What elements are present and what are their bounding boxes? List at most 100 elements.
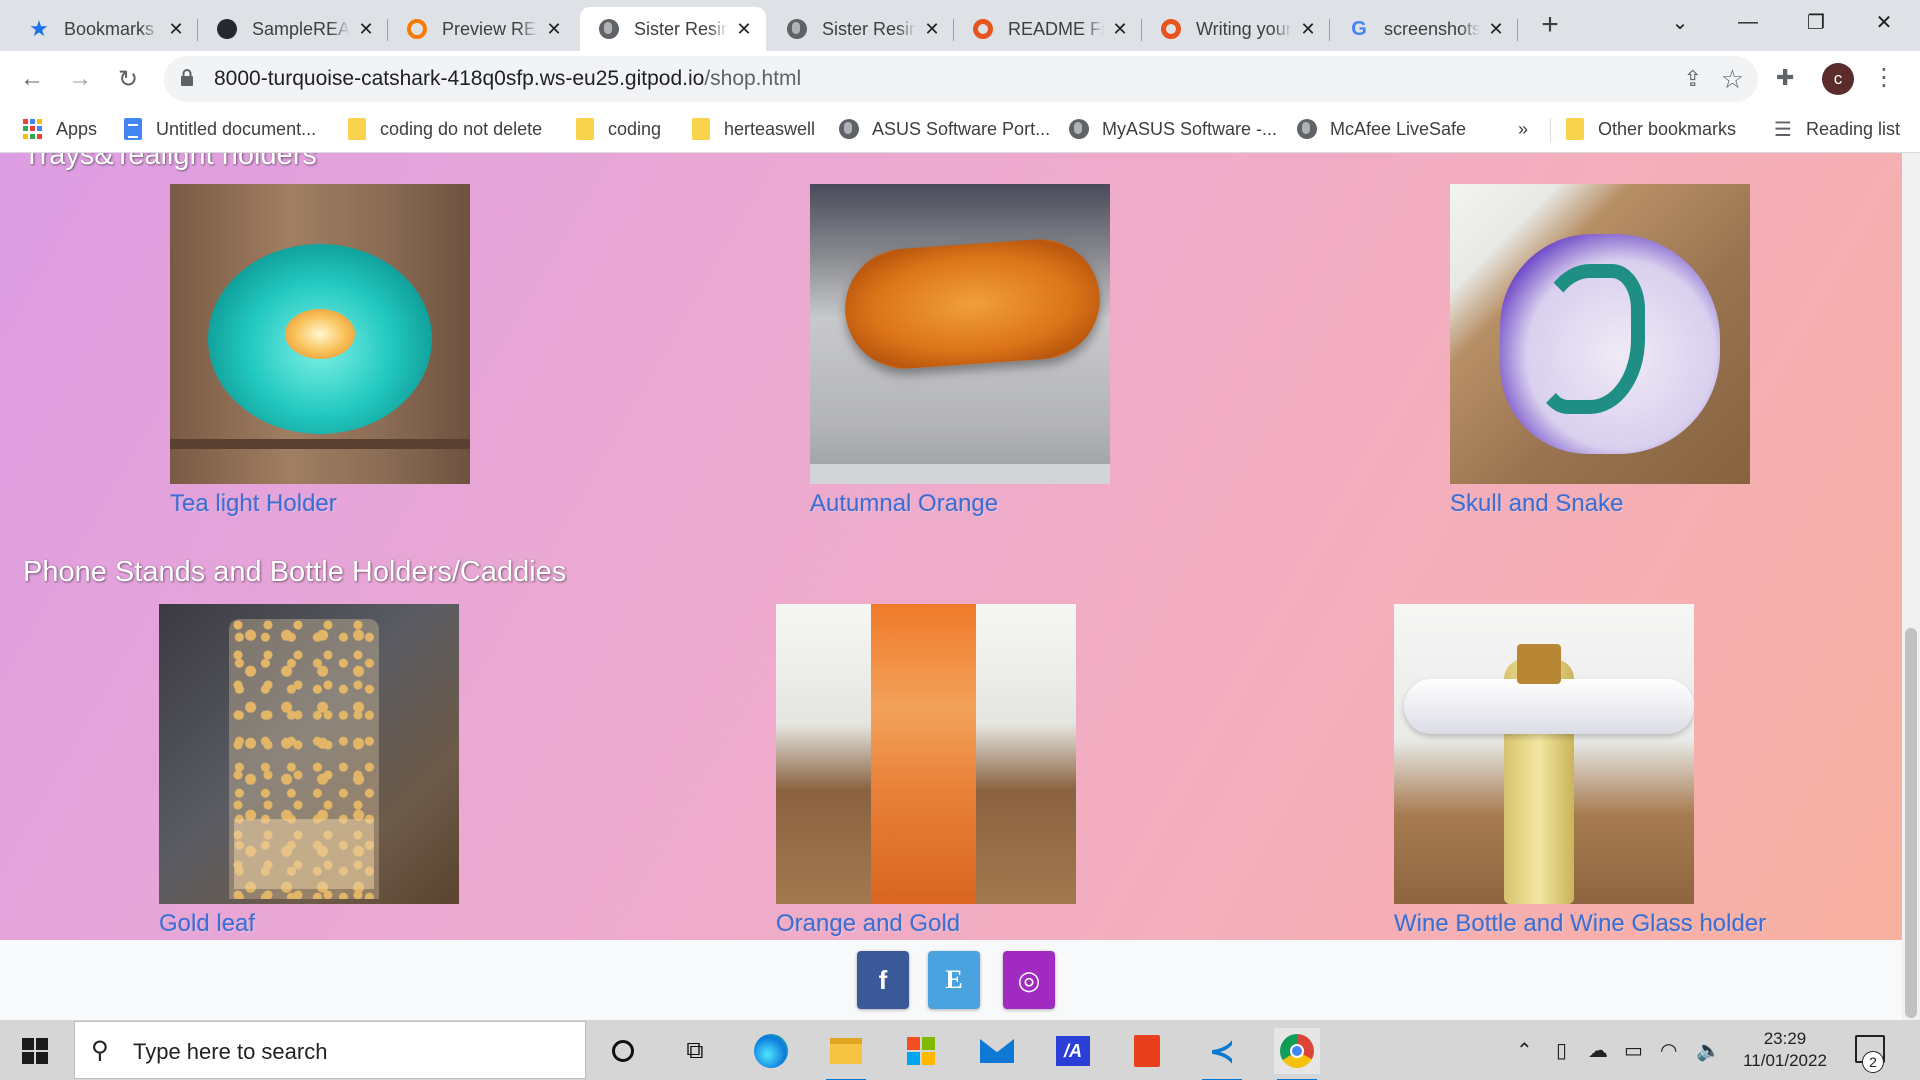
product-image-tea-light-holder[interactable] <box>170 184 470 484</box>
bookmark-myasus-software[interactable]: MyASUS Software -... <box>1068 116 1277 142</box>
tab-preview-readme[interactable]: Preview README ✕ <box>388 7 576 51</box>
tab-search-chevron-icon[interactable]: ⌄ <box>1652 0 1708 44</box>
tab-samplereadme[interactable]: SampleREADME ✕ <box>198 7 388 51</box>
close-icon[interactable]: ✕ <box>1110 19 1130 40</box>
tab-writing-your[interactable]: Writing your ✕ <box>1142 7 1330 51</box>
taskbar-clock[interactable]: 23:29 11/01/2022 <box>1730 1028 1840 1072</box>
product-image-gold-leaf[interactable] <box>159 604 459 904</box>
lock-icon <box>181 69 193 86</box>
product-link[interactable]: Wine Bottle and Wine Glass holder <box>1394 910 1766 938</box>
share-icon[interactable]: ⇪ <box>1684 66 1702 92</box>
close-icon[interactable]: ✕ <box>356 19 376 40</box>
forward-button[interactable]: → <box>62 61 98 97</box>
microsoft-store-icon[interactable] <box>898 1028 944 1074</box>
product-image-wine-bottle-holder[interactable] <box>1394 604 1694 904</box>
new-tab-button[interactable]: + <box>1532 10 1568 42</box>
bookmark-star-icon[interactable]: ☆ <box>1721 64 1744 95</box>
etsy-icon[interactable]: E <box>928 951 980 1009</box>
circle-logo-icon <box>972 18 994 40</box>
clock-time: 23:29 <box>1763 1029 1807 1048</box>
bookmark-asus-software-portal[interactable]: ASUS Software Port... <box>838 116 1050 142</box>
globe-icon <box>1068 118 1090 140</box>
browser-menu-icon[interactable]: ⋮ <box>1872 63 1896 93</box>
vscode-icon[interactable]: ≺ <box>1199 1028 1245 1080</box>
tab-bookmarks[interactable]: ★ Bookmarks ✕ <box>10 7 198 51</box>
bookmark-herteaswell[interactable]: herteaswell <box>690 116 815 142</box>
shop-page: Trays&Tealight holders Tea light Holder … <box>0 153 1902 940</box>
app-icon[interactable]: /A <box>1050 1028 1096 1074</box>
profile-avatar[interactable]: c <box>1822 63 1854 95</box>
wifi-icon[interactable]: ◠ <box>1660 1038 1677 1063</box>
product-image-orange-and-gold[interactable] <box>776 604 1076 904</box>
close-window-button[interactable]: ✕ <box>1856 0 1912 44</box>
device-icon[interactable]: ▯ <box>1556 1038 1567 1063</box>
extensions-puzzle-icon[interactable]: ✚ <box>1776 65 1794 91</box>
instagram-icon[interactable]: ◎ <box>1003 951 1055 1009</box>
office-icon[interactable] <box>1124 1028 1170 1074</box>
tab-title: SampleREADME <box>252 18 350 39</box>
product-link[interactable]: Orange and Gold <box>776 910 1076 938</box>
bookmarks-overflow-button[interactable]: » <box>1518 116 1528 142</box>
windows-start-icon[interactable] <box>22 1038 48 1064</box>
reload-button[interactable]: ↻ <box>110 61 146 97</box>
bookmark-mcafee-livesafe[interactable]: McAfee LiveSafe <box>1296 116 1466 142</box>
tab-sister-resin[interactable]: Sister Resin ✕ <box>768 7 954 51</box>
close-icon[interactable]: ✕ <box>544 19 564 40</box>
cortana-icon[interactable] <box>600 1028 646 1074</box>
product-card: Wine Bottle and Wine Glass holder <box>1394 604 1766 938</box>
minimize-button[interactable]: — <box>1720 0 1776 44</box>
reading-list-icon: ☰ <box>1774 118 1792 141</box>
product-image-autumnal-orange[interactable] <box>810 184 1110 484</box>
globe-icon <box>598 18 620 40</box>
edge-browser-icon[interactable] <box>748 1028 794 1074</box>
bookmark-label: McAfee LiveSafe <box>1330 118 1467 139</box>
bookmark-coding-do-not-delete[interactable]: coding do not delete <box>346 116 542 142</box>
bookmark-label: Apps <box>56 118 98 139</box>
tab-title: Sister Resin <box>822 18 916 39</box>
taskbar-search-box[interactable]: ⚲ Type here to search <box>74 1021 586 1079</box>
tab-readme-file[interactable]: README File ✕ <box>954 7 1142 51</box>
facebook-icon[interactable]: f <box>857 951 909 1009</box>
chrome-icon[interactable] <box>1274 1028 1320 1080</box>
address-bar[interactable]: 8000-turquoise-catshark-418q0sfp.ws-eu25… <box>164 56 1758 102</box>
onedrive-cloud-icon[interactable]: ☁ <box>1588 1038 1608 1063</box>
file-explorer-icon[interactable] <box>823 1028 869 1080</box>
restore-button[interactable]: ❐ <box>1788 0 1844 44</box>
globe-icon <box>786 18 808 40</box>
google-docs-icon <box>122 118 144 140</box>
windows-taskbar: ⚲ Type here to search ⧉ /A ≺ ⌃ ▯ ☁ ▭ ◠ 🔈… <box>0 1020 1920 1080</box>
scrollbar-thumb[interactable] <box>1905 628 1917 1018</box>
bookmark-other-bookmarks[interactable]: Other bookmarks <box>1564 116 1736 142</box>
back-button[interactable]: ← <box>14 61 50 97</box>
product-link[interactable]: Gold leaf <box>159 910 459 938</box>
reading-list-button[interactable]: ☰ Reading list <box>1772 116 1900 142</box>
close-icon[interactable]: ✕ <box>166 19 186 40</box>
bookmarks-bar: Apps Untitled document... coding do not … <box>0 106 1920 153</box>
product-card: Skull and Snake <box>1450 184 1750 518</box>
google-icon: G <box>1351 17 1367 40</box>
product-link[interactable]: Tea light Holder <box>170 490 470 518</box>
task-view-icon[interactable]: ⧉ <box>672 1028 718 1074</box>
tab-sister-resin-active[interactable]: Sister Resin ✕ <box>580 7 766 51</box>
bookmark-untitled-document[interactable]: Untitled document... <box>122 116 316 142</box>
bookmark-coding[interactable]: coding <box>574 116 661 142</box>
close-icon[interactable]: ✕ <box>922 19 942 40</box>
show-hidden-icons-chevron-icon[interactable]: ⌃ <box>1516 1038 1533 1063</box>
battery-icon[interactable]: ▭ <box>1624 1038 1643 1063</box>
volume-icon[interactable]: 🔈 <box>1696 1038 1721 1063</box>
product-link[interactable]: Autumnal Orange <box>810 490 1110 518</box>
mail-icon[interactable] <box>974 1028 1020 1074</box>
bookmark-apps[interactable]: Apps <box>22 116 97 142</box>
reading-list-label: Reading list <box>1806 118 1901 139</box>
close-icon[interactable]: ✕ <box>734 19 754 40</box>
github-icon <box>216 18 238 40</box>
product-image-skull-and-snake[interactable] <box>1450 184 1750 484</box>
globe-icon <box>838 118 860 140</box>
globe-icon <box>1296 118 1318 140</box>
product-link[interactable]: Skull and Snake <box>1450 490 1750 518</box>
search-icon: ⚲ <box>91 1037 109 1064</box>
page-scrollbar[interactable] <box>1902 153 1920 1020</box>
close-icon[interactable]: ✕ <box>1486 19 1506 40</box>
tab-screenshots[interactable]: G screenshots ✕ <box>1330 7 1518 51</box>
close-icon[interactable]: ✕ <box>1298 19 1318 40</box>
